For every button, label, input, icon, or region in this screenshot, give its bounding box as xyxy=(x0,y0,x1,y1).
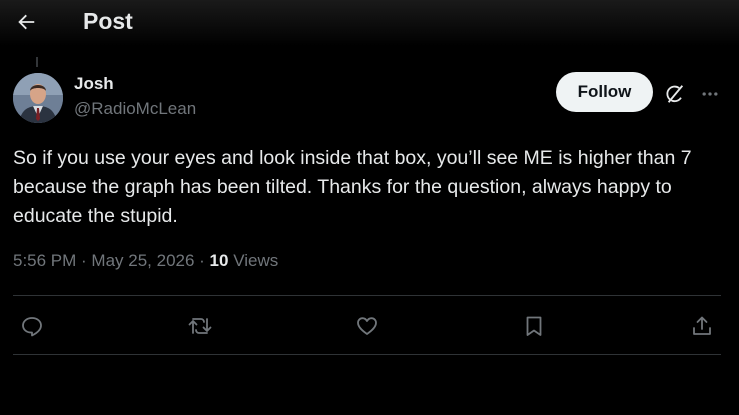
author-name[interactable]: Josh xyxy=(74,74,114,94)
back-button[interactable] xyxy=(12,8,40,36)
thread-connector xyxy=(36,57,38,67)
post-meta: 5:56 PM · May 25, 2026 · 10 Views xyxy=(13,251,278,271)
repost-icon xyxy=(188,318,212,334)
divider xyxy=(13,295,721,296)
post-time[interactable]: 5:56 PM xyxy=(13,251,76,270)
repost-button[interactable] xyxy=(186,312,214,340)
more-button[interactable] xyxy=(697,81,723,107)
author-handle[interactable]: @RadioMcLean xyxy=(74,99,196,119)
follow-button[interactable]: Follow xyxy=(556,72,653,112)
reply-button[interactable] xyxy=(18,312,46,340)
avatar-image xyxy=(13,73,63,123)
reply-icon xyxy=(22,317,42,337)
share-icon xyxy=(693,316,711,335)
meta-separator: · xyxy=(194,251,210,270)
post-page: Post Josh @RadioMcLean Follow So if you … xyxy=(0,0,739,415)
views-label: Views xyxy=(228,251,279,270)
divider xyxy=(13,354,721,355)
grok-button[interactable] xyxy=(662,81,688,107)
post-date[interactable]: May 25, 2026 xyxy=(91,251,194,270)
more-dots-icon xyxy=(702,92,718,96)
avatar[interactable] xyxy=(13,73,63,123)
header-bar: Post xyxy=(0,0,739,46)
arrow-left-icon xyxy=(18,14,35,30)
grok-icon xyxy=(666,85,684,103)
like-button[interactable] xyxy=(353,312,381,340)
bookmark-icon xyxy=(526,316,542,336)
meta-separator: · xyxy=(76,251,92,270)
post-text: So if you use your eyes and look inside … xyxy=(13,147,692,227)
share-button[interactable] xyxy=(688,312,716,340)
like-icon xyxy=(357,317,377,335)
page-title: Post xyxy=(83,8,133,34)
views-count: 10 xyxy=(209,251,229,270)
bookmark-button[interactable] xyxy=(520,312,548,340)
